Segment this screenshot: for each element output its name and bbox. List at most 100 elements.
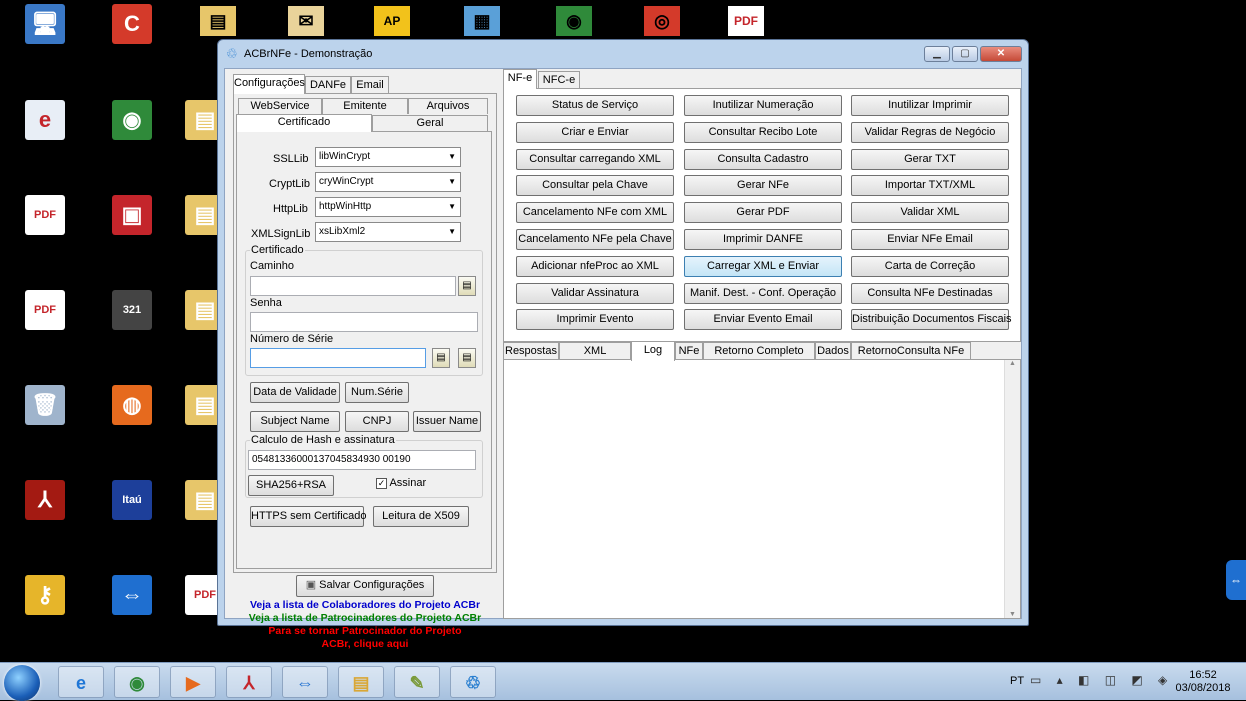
nfe-action-button[interactable]: Validar Assinatura [516, 282, 674, 304]
log-scrollbar[interactable]: ▲ ▼ [1004, 360, 1020, 618]
nfe-action-button[interactable]: Criar e Enviar [516, 121, 674, 143]
nfe-action-button[interactable]: Consulta NFe Destinadas [851, 282, 1009, 304]
nfe-action-button[interactable]: Cancelamento NFe pela Chave [516, 229, 674, 250]
tab-email[interactable]: Email [351, 76, 389, 94]
xmlsignlib-select[interactable]: xsLibXml2 ▼ [315, 222, 461, 242]
numserie-field[interactable] [250, 348, 426, 368]
patrocinadores-link[interactable]: Veja a lista de Patrocinadores do Projet… [233, 612, 497, 625]
data-validade-button[interactable]: Data de Validade [250, 382, 340, 403]
nfe-action-button[interactable]: Cancelamento NFe com XML [516, 202, 674, 224]
desktop-icon[interactable]: ⚷ BB Token Admin Tool [0, 575, 104, 631]
start-button[interactable] [4, 665, 40, 701]
language-indicator[interactable]: PT [1010, 675, 1024, 687]
nfe-action-button[interactable]: Gerar PDF [684, 202, 842, 224]
nfe-action-button[interactable]: Validar Regras de Negócio [851, 121, 1009, 143]
nfe-action-button[interactable]: Enviar Evento Email [684, 309, 842, 331]
browse-file-icon[interactable]: ▤ [458, 276, 476, 296]
subtab-emitente[interactable]: Emitente [322, 98, 408, 114]
desktop-icon[interactable]: 🖥 Computador [0, 4, 90, 60]
nfe-action-button[interactable]: Consultar carregando XML [516, 148, 674, 170]
taskbar-app-button[interactable]: ⇔ [282, 666, 328, 698]
tab-nfe[interactable]: NF-e [503, 69, 537, 89]
desktop-icon[interactable]: ◎ [644, 6, 680, 36]
issuer-name-button[interactable]: Issuer Name [413, 411, 481, 432]
nfe-action-button[interactable]: Importar TXT/XML [851, 175, 1009, 197]
assinar-checkbox[interactable]: ✓ Assinar [376, 477, 426, 489]
colaboradores-link[interactable]: Veja a lista de Colaboradores do Projeto… [233, 599, 497, 612]
https-sem-certificado-button[interactable]: HTTPS sem Certificado [250, 506, 367, 527]
caminho-field[interactable] [250, 276, 456, 296]
subject-name-button[interactable]: Subject Name [250, 411, 340, 432]
desktop-icon[interactable]: PDF Cancelamento NF 13503.pdf [0, 195, 141, 251]
subtab-certificado[interactable]: Certificado [236, 114, 372, 132]
scroll-up-icon[interactable]: ▲ [1005, 360, 1020, 367]
subtab-webservice[interactable]: WebService [238, 98, 322, 114]
desktop-icon[interactable]: PDF notas tatiane - 2018-05.PDF [0, 290, 138, 346]
title-bar[interactable]: ♲ ACBrNFe - Demonstração ▁ ▢ ✕ [218, 40, 1028, 68]
desktop-icon[interactable]: ✉ [288, 6, 324, 36]
maximize-button[interactable]: ▢ [952, 46, 978, 62]
taskbar-app-button[interactable]: ♲ [450, 666, 496, 698]
tray-icons[interactable]: ▭ ▴ ◧ ◫ ◩ ◈ [1030, 673, 1173, 687]
nfe-action-button[interactable]: Distribuição Documentos Fiscais [851, 309, 1012, 331]
nfe-action-button[interactable]: Inutilizar Imprimir [851, 95, 1009, 116]
tab-respostas[interactable]: Respostas [503, 342, 559, 360]
tab-retorno-completo-ws[interactable]: Retorno Completo WS [703, 342, 815, 373]
leitura-x509-button[interactable]: Leitura de X509 [373, 506, 469, 527]
desktop-icon[interactable]: AP [374, 6, 410, 36]
select-cert-icon[interactable]: ▤ [432, 348, 450, 368]
desktop-icon[interactable]: PDF [728, 6, 764, 36]
subtab-geral[interactable]: Geral [372, 115, 488, 131]
taskbar-app-button[interactable]: ✎ [394, 666, 440, 698]
desktop-icon[interactable]: ◉ [556, 6, 592, 36]
teamviewer-side-icon[interactable]: ⇔ [1226, 560, 1246, 600]
nfe-action-button[interactable]: Enviar NFe Email [851, 229, 1009, 250]
scroll-down-icon[interactable]: ▼ [1005, 611, 1020, 618]
taskbar-app-button[interactable]: ▤ [338, 666, 384, 698]
cryptlib-select[interactable]: cryWinCrypt ▼ [315, 172, 461, 192]
cnpj-button[interactable]: CNPJ [345, 411, 409, 432]
taskbar-app-button[interactable]: ◉ [114, 666, 160, 698]
senha-field[interactable] [250, 312, 478, 332]
minimize-button[interactable]: ▁ [924, 46, 950, 62]
ssllib-select[interactable]: libWinCrypt ▼ [315, 147, 461, 167]
close-button[interactable]: ✕ [980, 46, 1022, 62]
clock[interactable]: 16:52 03/08/2018 [1166, 669, 1240, 695]
desktop-icon[interactable]: e 3518073901391... [0, 100, 90, 156]
tornar-patrocinador-link[interactable]: Para se tornar Patrocinador do Projeto A… [233, 625, 497, 651]
nfe-action-button[interactable]: Status de Serviço [516, 95, 674, 116]
taskbar-app-button[interactable]: ▶ [170, 666, 216, 698]
httplib-select[interactable]: httpWinHttp ▼ [315, 197, 461, 217]
nfe-action-button[interactable]: Adicionar nfeProc ao XML [516, 255, 674, 277]
tab-retornoconsulta-nfe-2-01[interactable]: RetornoConsulta NFe 2.01 [851, 342, 971, 373]
desktop-icon[interactable]: ▤ [200, 6, 236, 36]
sha256-rsa-button[interactable]: SHA256+RSA [248, 475, 334, 496]
nfe-action-button[interactable]: Consultar pela Chave [516, 175, 674, 197]
nfe-action-button[interactable]: Manif. Dest. - Conf. Operação [684, 282, 842, 304]
desktop-icon[interactable]: C CCleaner [87, 4, 177, 60]
tab-danfe[interactable]: DANFe [305, 76, 351, 94]
tab-configuracoes[interactable]: Configurações [233, 74, 305, 94]
taskbar-app-button[interactable]: ⅄ [226, 666, 272, 698]
taskbar-app-button[interactable]: e [58, 666, 104, 698]
select-cert-file-icon[interactable]: ▤ [458, 348, 476, 368]
nfe-action-button[interactable]: Validar XML [851, 202, 1009, 224]
tab-nfce[interactable]: NFC-e [538, 71, 580, 89]
tab-log[interactable]: Log [631, 341, 675, 361]
nfe-action-button[interactable]: Gerar TXT [851, 148, 1009, 170]
subtab-arquivos[interactable]: Arquivos [408, 98, 488, 114]
nfe-action-button[interactable]: Gerar NFe [684, 175, 842, 197]
tab-xml-resposta[interactable]: XML Resposta [559, 342, 631, 373]
num-serie-button[interactable]: Num.Série [345, 382, 409, 403]
nfe-action-button[interactable]: Inutilizar Numeração [684, 95, 842, 116]
salvar-configuracoes-button[interactable]: ▣ Salvar Configurações [296, 575, 434, 597]
tab-nfe[interactable]: NFe [675, 342, 703, 360]
nfe-action-button[interactable]: Imprimir DANFE [684, 229, 842, 250]
hash-input[interactable]: 05481336000137045834930 00190 [248, 450, 476, 470]
nfe-action-button[interactable]: Carta de Correção [851, 255, 1009, 277]
nfe-action-button[interactable]: Imprimir Evento [516, 309, 674, 331]
desktop-icon[interactable]: ⅄ Acrobat Reader DC [0, 480, 96, 536]
nfe-action-button[interactable]: Carregar XML e Enviar [684, 255, 842, 277]
desktop-icon[interactable]: 🗑 Lixeira [0, 385, 90, 441]
nfe-action-button[interactable]: Consulta Cadastro [684, 148, 842, 170]
